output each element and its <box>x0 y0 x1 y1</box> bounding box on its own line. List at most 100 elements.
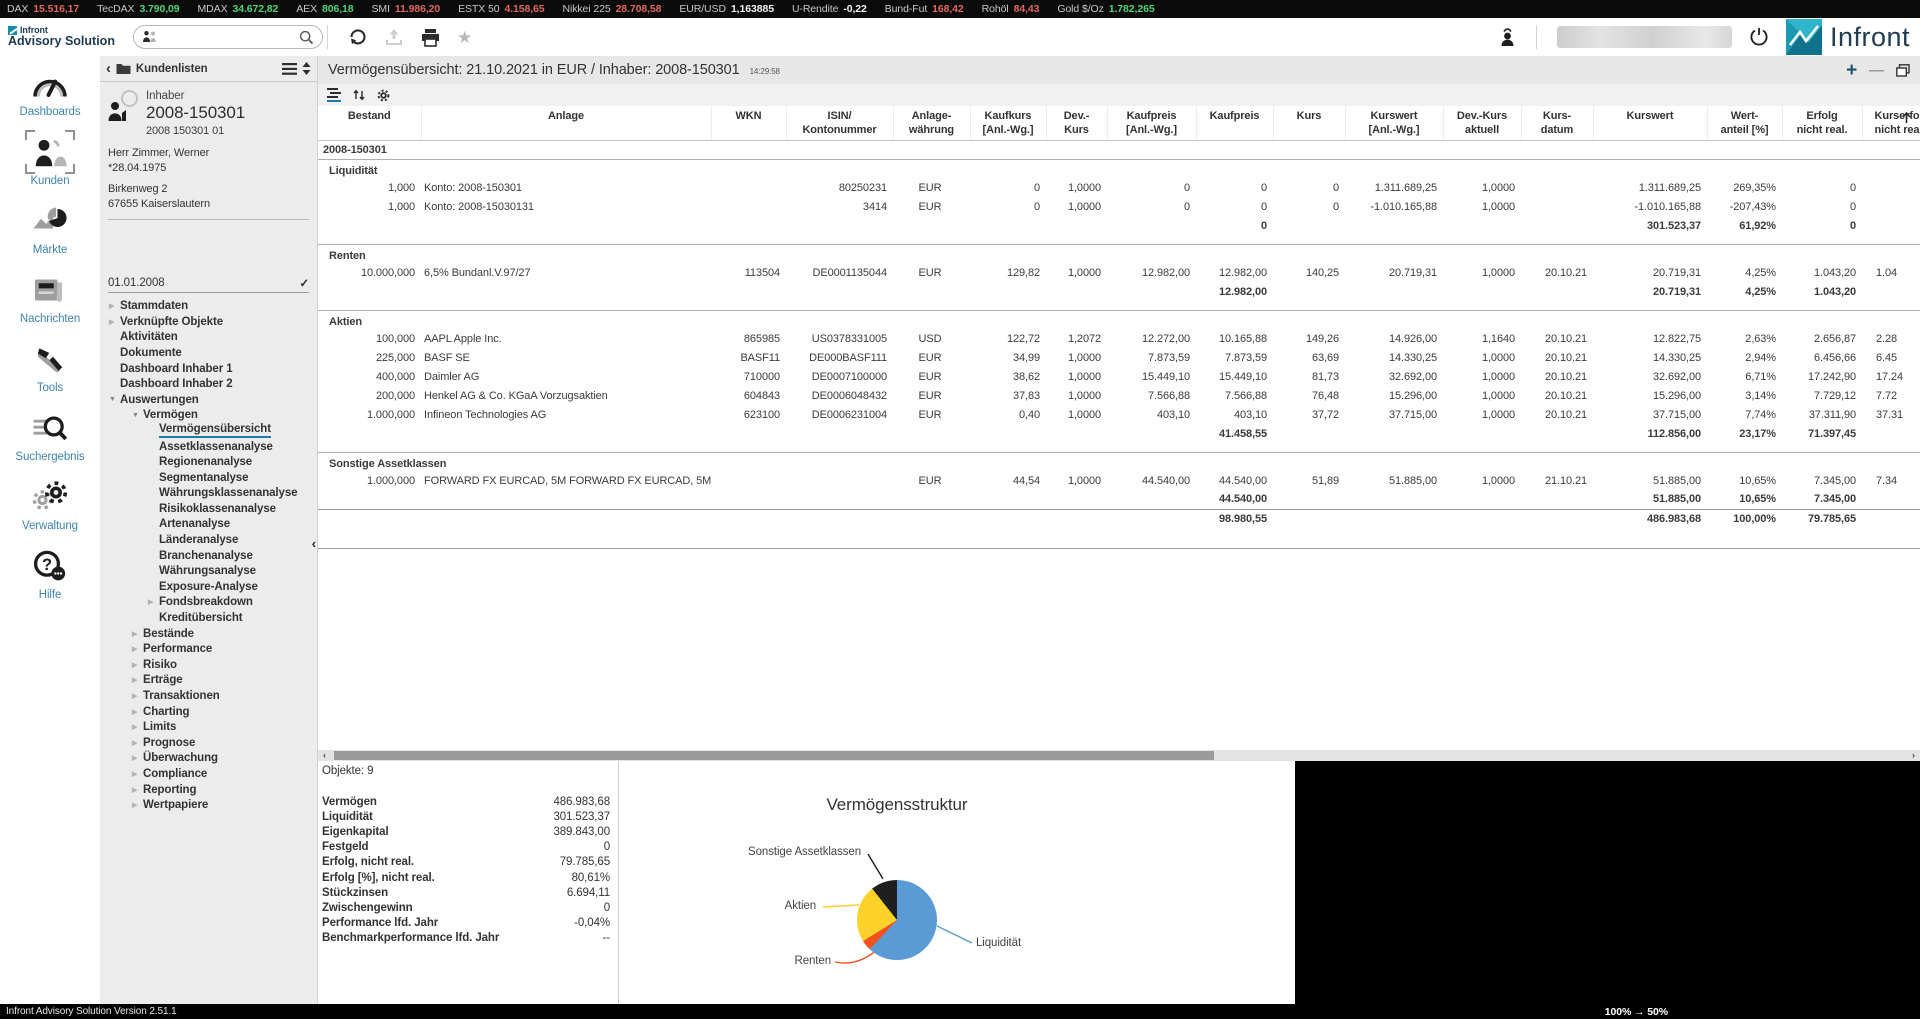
tree-item[interactable]: ▶Wertpapiere <box>100 797 317 813</box>
tree-item[interactable]: Dashboard Inhaber 1 <box>100 361 317 377</box>
menu-icon[interactable] <box>282 63 297 75</box>
column-header[interactable]: Kaufpreis <box>1196 106 1273 140</box>
sidebar-item-nachrichten[interactable]: Nachrichten <box>0 269 100 338</box>
column-header[interactable]: Kurs <box>1273 106 1345 140</box>
tree-collapsed-icon[interactable]: ▶ <box>130 692 143 700</box>
tree-item[interactable]: ▶Überwachung <box>100 751 317 767</box>
table-row-data[interactable]: 1,000Konto: 2008-150301313414EUR01,00000… <box>318 197 1920 216</box>
horizontal-scrollbar[interactable]: ‹ › <box>318 750 1920 761</box>
tree-collapsed-icon[interactable]: ▶ <box>130 645 143 653</box>
column-header[interactable]: Anlage <box>421 106 711 140</box>
table-row-data[interactable]: 10.000,0006,5% Bundanl.V.97/27113504DE00… <box>318 263 1920 282</box>
tree-collapsed-icon[interactable]: ▶ <box>107 318 120 326</box>
sidebar-item-maerkte[interactable]: Märkte <box>0 200 100 269</box>
column-header[interactable]: Kurswert [Anl.-Wg.] <box>1345 106 1443 140</box>
tree-collapsed-icon[interactable]: ▶ <box>130 801 143 809</box>
column-header[interactable]: ISIN/ Kontonummer <box>786 106 893 140</box>
tree-collapsed-icon[interactable]: ▶ <box>130 786 143 794</box>
table-row-class[interactable]: Sonstige Assetklassen <box>318 452 1920 471</box>
popout-window-icon[interactable] <box>1896 64 1910 77</box>
customer-id[interactable]: 2008-150301 <box>146 103 245 123</box>
scroll-right-icon[interactable]: › <box>1907 750 1920 761</box>
tree-item[interactable]: ▶Reporting <box>100 782 317 798</box>
tree-item[interactable]: Länderanalyse <box>100 532 317 548</box>
tree-item[interactable]: Regionenanalyse <box>100 454 317 470</box>
table-row-data[interactable]: 1.000,000FORWARD FX EURCAD, 5M FORWARD F… <box>318 471 1920 490</box>
tree-item[interactable]: ▶Stammdaten <box>100 298 317 314</box>
table-row-data[interactable]: 225,000BASF SEBASF11DE000BASF111EUR34,99… <box>318 348 1920 367</box>
upload-icon[interactable] <box>384 27 404 47</box>
search-icon[interactable] <box>299 30 314 45</box>
refresh-icon[interactable] <box>348 27 368 47</box>
back-chevron-icon[interactable]: ‹ <box>106 61 111 76</box>
tree-item[interactable]: Währungsklassenanalyse <box>100 486 317 502</box>
tree-collapsed-icon[interactable]: ▶ <box>130 661 143 669</box>
table-row-data[interactable]: 1,000Konto: 2008-15030180250231EUR01,000… <box>318 178 1920 197</box>
tree-item[interactable]: ▶Fondsbreakdown <box>100 595 317 611</box>
column-header[interactable]: Kaufpreis [Anl.-Wg.] <box>1107 106 1196 140</box>
sidebar-item-dashboards[interactable]: Dashboards <box>0 62 100 131</box>
tree-item[interactable]: Währungsanalyse <box>100 563 317 579</box>
column-header[interactable]: Kurswert <box>1593 106 1707 140</box>
group-levels-icon[interactable] <box>327 88 341 102</box>
reference-date-row[interactable]: 01.01.2008 ✓ <box>108 276 309 293</box>
tree-item[interactable]: ▶Limits <box>100 719 317 735</box>
column-header[interactable]: Kaufkurs [Anl.-Wg.] <box>970 106 1046 140</box>
scrollbar-thumb[interactable] <box>334 751 1214 760</box>
column-header[interactable]: Kurs- datum <box>1521 106 1593 140</box>
table-row-class[interactable]: Renten <box>318 244 1920 263</box>
sidebar-item-tools[interactable]: Tools <box>0 338 100 407</box>
tree-collapsed-icon[interactable]: ▶ <box>107 302 120 310</box>
tree-item[interactable]: ▼Auswertungen <box>100 392 317 408</box>
tree-item[interactable]: Assetklassenanalyse <box>100 439 317 455</box>
tree-item[interactable]: ▼Vermögen <box>100 408 317 424</box>
column-header[interactable]: Wert- anteil [%] <box>1707 106 1782 140</box>
tree-item[interactable]: Artenanalyse <box>100 517 317 533</box>
export-up-icon[interactable] <box>1901 112 1912 124</box>
tree-item[interactable]: ▶Prognose <box>100 735 317 751</box>
tree-item[interactable]: Aktivitäten <box>100 330 317 346</box>
minimize-icon[interactable]: — <box>1869 63 1884 78</box>
tree-item[interactable]: Vermögensübersicht <box>100 423 317 439</box>
sidebar-item-suchergebnis[interactable]: Suchergebnis <box>0 407 100 476</box>
tree-item[interactable]: ▶Performance <box>100 641 317 657</box>
sort-icon[interactable] <box>302 62 311 75</box>
tree-item[interactable]: ▶Charting <box>100 704 317 720</box>
scroll-left-icon[interactable]: ‹ <box>318 750 331 761</box>
table-row-data[interactable]: 200,000Henkel AG & Co. KGaA Vorzugsaktie… <box>318 386 1920 405</box>
tree-item[interactable]: ▶Transaktionen <box>100 688 317 704</box>
table-row-data[interactable]: 400,000Daimler AG710000DE0007100000EUR38… <box>318 367 1920 386</box>
column-header[interactable]: Dev.-Kurs aktuell <box>1443 106 1521 140</box>
settings-gear-icon[interactable] <box>377 89 390 102</box>
table-row-group[interactable]: 2008-150301 <box>318 140 1920 159</box>
tree-collapsed-icon[interactable]: ▶ <box>146 598 159 606</box>
tree-expanded-icon[interactable]: ▼ <box>107 396 120 403</box>
print-icon[interactable] <box>420 28 441 47</box>
tree-expanded-icon[interactable]: ▼ <box>130 412 143 419</box>
tree-item[interactable]: Dashboard Inhaber 2 <box>100 376 317 392</box>
collapse-panel-icon[interactable]: ‹ <box>312 536 316 551</box>
tree-collapsed-icon[interactable]: ▶ <box>130 739 143 747</box>
tree-item[interactable]: Branchenanalyse <box>100 548 317 564</box>
customer-context-icon[interactable] <box>1499 27 1516 47</box>
add-view-icon[interactable]: + <box>1846 61 1857 80</box>
logout-power-icon[interactable] <box>1748 26 1770 48</box>
tree-item[interactable]: Kreditübersicht <box>100 610 317 626</box>
column-header[interactable]: Anlage- währung <box>893 106 970 140</box>
column-header[interactable]: Erfolg nicht real. <box>1782 106 1862 140</box>
column-header[interactable]: Dev.- Kurs <box>1046 106 1107 140</box>
tree-collapsed-icon[interactable]: ▶ <box>130 754 143 762</box>
table-row-data[interactable]: 1.000,000Infineon Technologies AG623100D… <box>318 405 1920 424</box>
tree-item[interactable]: Exposure-Analyse <box>100 579 317 595</box>
tree-collapsed-icon[interactable]: ▶ <box>130 630 143 638</box>
tree-collapsed-icon[interactable]: ▶ <box>130 708 143 716</box>
table-row-data[interactable]: 100,000AAPL Apple Inc.865985US0378331005… <box>318 329 1920 348</box>
tree-item[interactable]: Dokumente <box>100 345 317 361</box>
tree-collapsed-icon[interactable]: ▶ <box>130 676 143 684</box>
search-input[interactable] <box>133 25 323 49</box>
column-header[interactable]: Bestand <box>318 106 421 140</box>
tree-item[interactable]: ▶Risiko <box>100 657 317 673</box>
tree-item[interactable]: ▶Verknüpfte Objekte <box>100 314 317 330</box>
tree-item[interactable]: ▶Bestände <box>100 626 317 642</box>
customer-list-title[interactable]: Kundenlisten <box>136 63 277 75</box>
